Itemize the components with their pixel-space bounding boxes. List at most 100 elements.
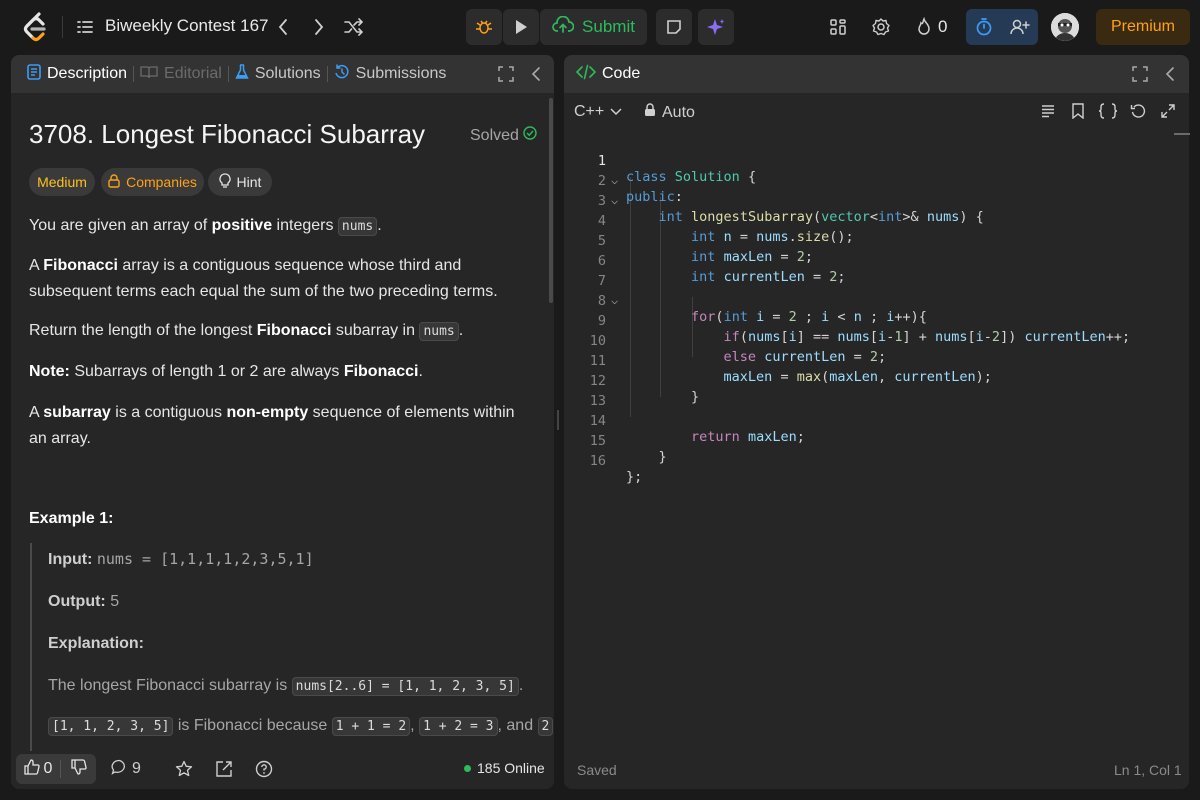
- flask-icon: [235, 63, 249, 85]
- upvote-button[interactable]: 0: [16, 754, 60, 784]
- leetcode-logo-icon[interactable]: [22, 12, 48, 42]
- add-friend-icon[interactable]: [1002, 9, 1038, 45]
- companies-label: Companies: [126, 174, 197, 190]
- tab-description[interactable]: Description: [27, 63, 128, 85]
- code-line: 7: [597, 273, 606, 289]
- example-explanation-line-1: The longest Fibonacci subarray is nums[2…: [48, 677, 524, 696]
- notes-icon[interactable]: [656, 9, 692, 45]
- stopwatch-icon[interactable]: [966, 9, 1002, 45]
- ai-sparkle-icon[interactable]: [698, 9, 734, 45]
- tab-separator: [227, 66, 229, 82]
- share-icon[interactable]: [214, 759, 234, 779]
- settings-gear-icon[interactable]: [868, 14, 894, 40]
- code-line: 13: [589, 393, 606, 409]
- description-scrollbar[interactable]: [549, 98, 553, 303]
- bookmark-icon[interactable]: [1068, 101, 1088, 121]
- code-line: 5 int maxLen = 2;: [597, 233, 814, 265]
- hint-chip[interactable]: Hint: [208, 168, 272, 196]
- streak-fire-icon[interactable]: [911, 14, 937, 40]
- minimap-indicator[interactable]: [1174, 133, 1190, 135]
- description-note: Note: Subarrays of length 1 or 2 are alw…: [29, 363, 423, 380]
- code-line: 2 ⌵ public:: [597, 173, 683, 205]
- tab-code-label: Code: [602, 65, 641, 82]
- code-line: 1 class Solution {: [597, 153, 757, 185]
- debug-icon[interactable]: [466, 9, 502, 45]
- user-avatar[interactable]: [1051, 13, 1079, 41]
- submit-label: Submit: [582, 17, 635, 36]
- example-explanation-line-2: [1, 1, 2, 3, 5] is Fibonacci because 1 +…: [48, 717, 554, 736]
- vote-group: 0: [16, 754, 96, 784]
- streak-count: 0: [938, 17, 948, 36]
- comment-icon: [111, 759, 128, 780]
- code-line: 4 int n = nums.size();: [597, 213, 854, 245]
- maximize-icon[interactable]: [1131, 65, 1149, 83]
- comments-button[interactable]: 9: [108, 759, 144, 779]
- chevron-down-icon: [610, 103, 622, 121]
- code-footer: Saved Ln 1, Col 1: [564, 751, 1189, 789]
- problem-list-icon[interactable]: [76, 18, 94, 36]
- save-status: Saved: [577, 762, 617, 778]
- thumbs-up-icon: [23, 758, 40, 780]
- online-dot-icon: [464, 764, 471, 772]
- language-select[interactable]: C++: [574, 103, 622, 121]
- example-input: Input: nums = [1,1,1,1,2,3,5,1]: [48, 550, 314, 568]
- comments-count: 9: [132, 760, 141, 777]
- example-explanation-label: Explanation:: [48, 635, 145, 652]
- collapse-panel-icon[interactable]: [527, 65, 545, 83]
- hint-label: Hint: [236, 174, 262, 190]
- difficulty-badge[interactable]: Medium: [29, 168, 95, 196]
- star-icon[interactable]: [174, 759, 194, 779]
- maximize-icon[interactable]: [497, 65, 515, 83]
- tab-description-label: Description: [47, 65, 128, 82]
- run-button[interactable]: [503, 9, 539, 45]
- format-lines-icon[interactable]: [1038, 101, 1058, 121]
- submit-button[interactable]: Submit: [540, 9, 647, 45]
- downvote-button[interactable]: [61, 754, 96, 784]
- collapse-panel-icon[interactable]: [1161, 65, 1179, 83]
- prev-problem-button[interactable]: [271, 14, 295, 40]
- example-title: Example 1:: [29, 510, 114, 527]
- thumbs-down-icon: [70, 758, 87, 780]
- tab-submissions-label: Submissions: [355, 65, 447, 82]
- code-brackets-icon: [575, 64, 597, 85]
- top-bar: Biweekly Contest 167 Submit 0 Premium: [0, 0, 1200, 54]
- description-paragraph-3: Return the length of the longest Fibonac…: [29, 322, 464, 341]
- description-paragraph-5: A subarray is a contiguous non-empty seq…: [29, 404, 515, 447]
- contest-title[interactable]: Biweekly Contest 167: [105, 16, 268, 36]
- language-label: C++: [574, 103, 605, 120]
- editorial-icon: [140, 65, 158, 84]
- code-line: 9 if(nums[i] == nums[i-1] + nums[i-2]) c…: [597, 313, 1131, 345]
- code-editor[interactable]: 1 class Solution { 2 ⌵ public: 3 ⌵ int lon…: [564, 137, 1189, 747]
- problem-title[interactable]: 3708. Longest Fibonacci Subarray: [29, 119, 425, 150]
- reset-icon[interactable]: [1128, 101, 1148, 121]
- likes-count: 0: [43, 760, 53, 777]
- tab-separator: [326, 66, 328, 82]
- code-panel: Code C++ Auto 1 class Solution {2 ⌵ pub…: [564, 55, 1189, 789]
- mode-label: Auto: [662, 103, 695, 121]
- history-icon: [334, 63, 350, 85]
- layout-grid-icon[interactable]: [825, 14, 851, 40]
- lock-icon: [108, 173, 120, 191]
- divider: [62, 16, 63, 38]
- code-tabs: Code: [564, 55, 1189, 93]
- tab-submissions[interactable]: Submissions: [334, 63, 447, 85]
- code-line: 10 else currentLen = 2;: [589, 333, 887, 365]
- tab-solutions[interactable]: Solutions: [235, 63, 321, 85]
- autocomplete-mode[interactable]: Auto: [644, 103, 695, 122]
- code-line: 15 }: [589, 433, 667, 465]
- next-problem-button[interactable]: [307, 14, 331, 40]
- premium-button[interactable]: Premium: [1096, 9, 1190, 45]
- help-icon[interactable]: [254, 759, 274, 779]
- description-paragraph-2: A Fibonacci array is a contiguous sequen…: [29, 257, 498, 300]
- tab-code[interactable]: Code: [575, 64, 641, 85]
- description-paragraph-1: You are given an array of positive integ…: [29, 217, 382, 236]
- panel-resize-handle[interactable]: [557, 410, 559, 430]
- expand-icon[interactable]: [1158, 101, 1178, 121]
- shuffle-icon[interactable]: [342, 14, 366, 40]
- description-footer: 0 9 185 Online: [11, 751, 554, 789]
- braces-icon[interactable]: [1098, 101, 1118, 121]
- tab-editorial[interactable]: Editorial: [140, 65, 222, 84]
- tab-solutions-label: Solutions: [254, 65, 321, 82]
- companies-chip[interactable]: Companies: [101, 168, 204, 196]
- code-line: 12 }: [589, 373, 700, 405]
